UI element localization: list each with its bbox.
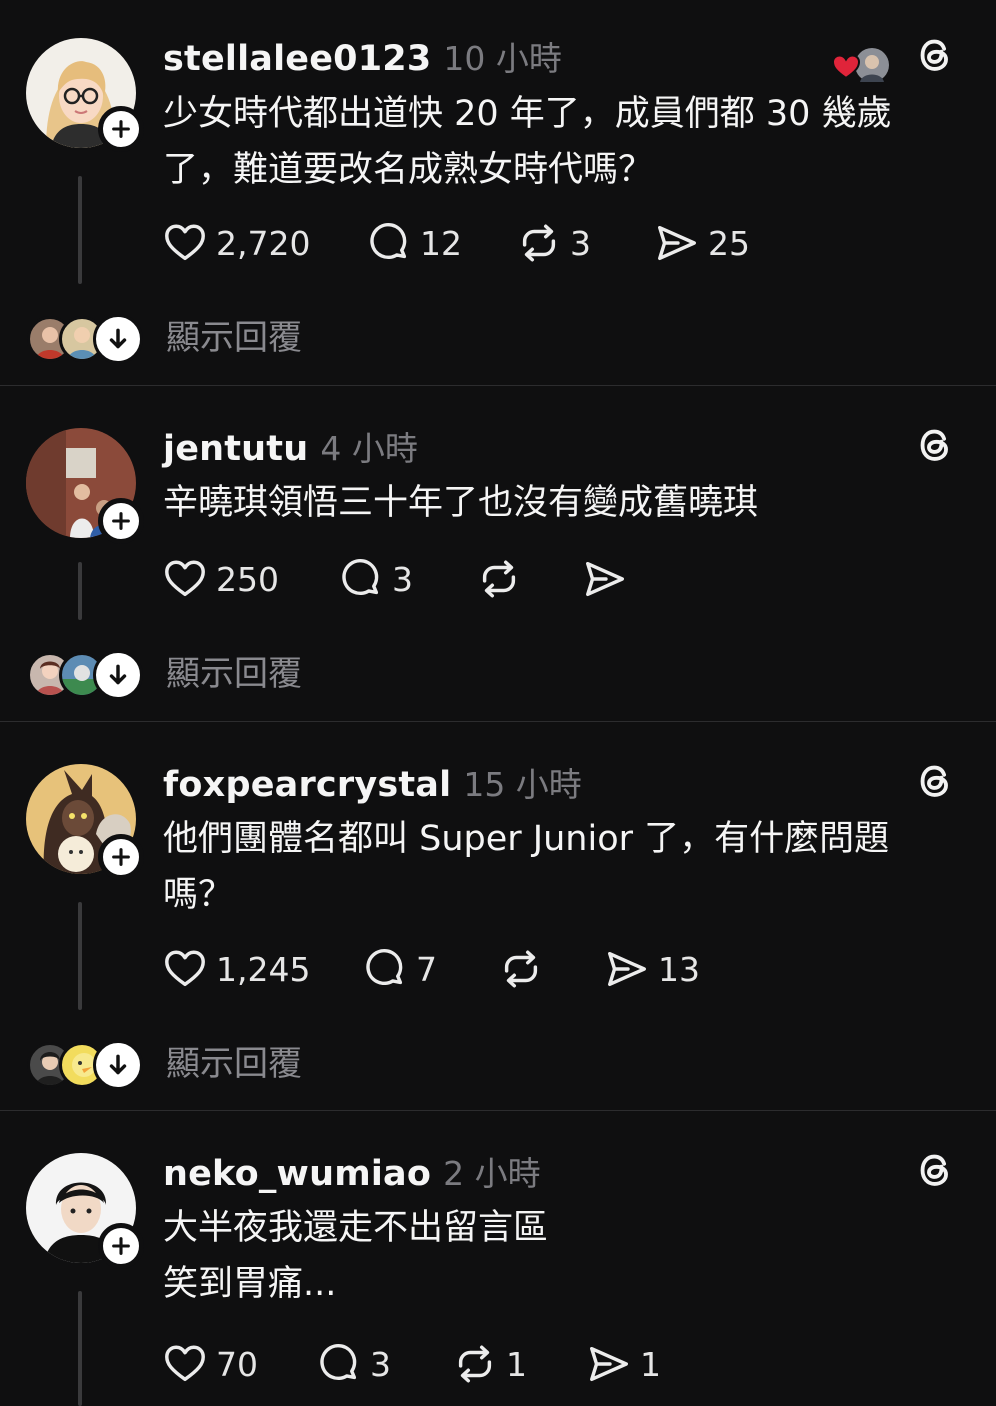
username[interactable]: jentutu — [163, 429, 308, 469]
send-icon — [586, 1341, 632, 1387]
post-text-line: 笑到胃痛... — [163, 1264, 337, 1304]
comment-bubble-icon — [366, 220, 412, 266]
show-replies-row[interactable]: 顯示回覆 — [27, 1036, 627, 1090]
comment-button[interactable]: 12 — [366, 218, 462, 268]
timestamp: 4 小時 — [320, 429, 418, 468]
send-icon — [654, 220, 700, 266]
like-button[interactable]: 1,245 — [162, 944, 310, 994]
share-count: 1 — [640, 1344, 661, 1384]
share-button[interactable]: 1 — [586, 1339, 661, 1389]
threads-icon[interactable] — [912, 1147, 958, 1193]
post-text-line: 少女時代都出道快 20 年了，成員們都 30 幾歲 — [163, 94, 892, 134]
threads-icon[interactable] — [912, 758, 958, 804]
post-text-line: 他們團體名都叫 Super Junior 了，有什麼問題 — [163, 819, 890, 859]
follow-plus-icon[interactable] — [98, 106, 144, 152]
heart-icon — [162, 220, 208, 266]
send-icon — [582, 556, 628, 602]
like-count: 2,720 — [216, 223, 311, 263]
post-card: jentutu 4 小時 辛曉琪領悟三十年了也沒有變成舊曉琪 250 3 顯示回… — [0, 386, 996, 721]
like-count: 1,245 — [216, 949, 311, 989]
repost-count: 1 — [506, 1344, 527, 1384]
comment-button[interactable]: 3 — [338, 554, 413, 604]
post-text-line: 大半夜我還走不出留言區 — [163, 1208, 549, 1248]
post-card: stellalee0123 10 小時 少女時代都出道快 20 年了，成員們都 … — [0, 0, 996, 385]
post-text-line: 辛曉琪領悟三十年了也沒有變成舊曉琪 — [163, 483, 759, 523]
like-button[interactable]: 70 — [162, 1339, 258, 1389]
show-replies-link[interactable]: 顯示回覆 — [166, 646, 302, 695]
thread-line — [78, 562, 82, 620]
threads-icon[interactable] — [912, 32, 958, 78]
comment-bubble-icon — [316, 1341, 362, 1387]
share-button[interactable]: 13 — [604, 944, 700, 994]
thread-line — [78, 902, 82, 1010]
repost-button[interactable]: 1 — [452, 1339, 527, 1389]
post-text-line: 嗎？ — [163, 875, 234, 915]
liked-by-avatar-icon[interactable] — [832, 48, 898, 82]
post-text-line: 了，難道要改名成熟女時代嗎？ — [163, 150, 654, 190]
follow-plus-icon[interactable] — [98, 498, 144, 544]
timestamp: 10 小時 — [443, 39, 562, 78]
heart-icon — [162, 556, 208, 602]
show-replies-link[interactable]: 顯示回覆 — [166, 310, 302, 359]
repost-button[interactable] — [498, 944, 552, 994]
post-card: neko_wumiao 2 小時 大半夜我還走不出留言區 笑到胃痛... 70 … — [0, 1111, 996, 1406]
comment-bubble-icon — [362, 946, 408, 992]
post-card: foxpearcrystal 15 小時 他們團體名都叫 Super Junio… — [0, 722, 996, 1110]
like-count: 250 — [216, 559, 279, 599]
thread-line — [78, 1291, 82, 1406]
comment-count: 3 — [370, 1344, 391, 1384]
repost-icon — [476, 556, 522, 602]
heart-icon — [162, 1341, 208, 1387]
show-replies-link[interactable]: 顯示回覆 — [166, 1036, 302, 1085]
thread-line — [78, 176, 82, 284]
like-button[interactable]: 2,720 — [162, 218, 310, 268]
repost-icon — [452, 1341, 498, 1387]
share-count: 25 — [708, 223, 750, 263]
repost-icon — [498, 946, 544, 992]
like-count: 70 — [216, 1344, 258, 1384]
username[interactable]: foxpearcrystal — [163, 765, 451, 805]
arrow-down-icon — [93, 314, 143, 364]
repost-button[interactable] — [476, 554, 530, 604]
repost-button[interactable]: 3 — [516, 218, 591, 268]
timestamp: 2 小時 — [443, 1154, 541, 1193]
threads-icon[interactable] — [912, 422, 958, 468]
username[interactable]: stellalee0123 — [163, 39, 431, 79]
comment-count: 3 — [392, 559, 413, 599]
show-replies-row[interactable]: 顯示回覆 — [27, 310, 627, 364]
arrow-down-icon — [93, 1040, 143, 1090]
comment-count: 7 — [416, 949, 437, 989]
arrow-down-icon — [93, 650, 143, 700]
follow-plus-icon[interactable] — [98, 834, 144, 880]
repost-icon — [516, 220, 562, 266]
comment-button[interactable]: 7 — [362, 944, 437, 994]
follow-plus-icon[interactable] — [98, 1223, 144, 1269]
share-button[interactable]: 25 — [654, 218, 750, 268]
comment-bubble-icon — [338, 556, 384, 602]
share-button[interactable] — [582, 554, 636, 604]
username[interactable]: neko_wumiao — [163, 1154, 431, 1194]
timestamp: 15 小時 — [463, 765, 582, 804]
like-button[interactable]: 250 — [162, 554, 279, 604]
heart-icon — [162, 946, 208, 992]
show-replies-row[interactable]: 顯示回覆 — [27, 646, 627, 700]
repost-count: 3 — [570, 223, 591, 263]
share-count: 13 — [658, 949, 700, 989]
comment-count: 12 — [420, 223, 462, 263]
comment-button[interactable]: 3 — [316, 1339, 391, 1389]
send-icon — [604, 946, 650, 992]
